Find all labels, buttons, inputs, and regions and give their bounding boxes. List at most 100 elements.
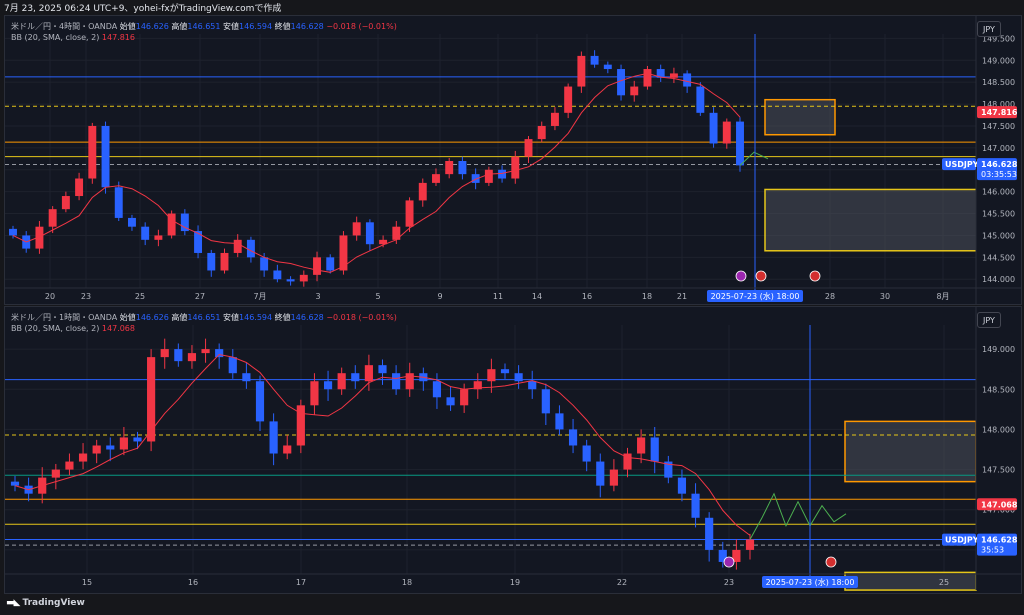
candle-body — [365, 222, 374, 245]
time-tick-label: 30 — [880, 292, 890, 301]
candle-body — [215, 349, 224, 358]
candle-body — [201, 349, 210, 354]
time-tick-label: 18 — [402, 578, 412, 587]
candle-body — [378, 365, 387, 374]
chart-pane-1h[interactable]: 149.000148.500148.000147.500147.000146.5… — [4, 306, 1022, 594]
candle-body — [9, 228, 17, 236]
low-label: 安値 — [223, 22, 240, 31]
candle-body — [310, 381, 319, 406]
candle-body — [260, 257, 269, 271]
candle-body — [283, 445, 292, 454]
candle-body — [269, 421, 278, 454]
close-label: 終値 — [274, 22, 291, 31]
candle-body — [722, 121, 731, 144]
high-value: 146.651 — [187, 22, 221, 31]
time-tick-label: 9 — [437, 292, 442, 301]
last-price-tag: 146.628 — [981, 536, 1018, 545]
price-tick-label: 145.000 — [982, 231, 1015, 240]
symbol-label[interactable]: 米ドル／円・4時間・OANDA — [11, 22, 117, 31]
candle-body — [207, 252, 216, 271]
candle-body — [514, 373, 523, 382]
indicator-legend-1h[interactable]: BB (20, SMA, close, 2) 147.068 — [11, 324, 135, 333]
indicator-legend-4h[interactable]: BB (20, SMA, close, 2) 147.816 — [11, 33, 135, 42]
tradingview-logo[interactable]: ▬◣ TradingView — [6, 598, 85, 608]
candle-body — [603, 64, 612, 70]
crosshair-date-label: 2025-07-23 (水) 18:00 — [711, 291, 800, 301]
currency-button[interactable]: JPY — [977, 312, 1001, 328]
candle-body — [286, 279, 295, 282]
open-label: 始値 — [119, 313, 136, 322]
time-tick-label: 21 — [677, 292, 687, 301]
candle-body — [500, 369, 510, 374]
time-tick-label: 18 — [642, 292, 652, 301]
time-tick-label: 23 — [81, 292, 91, 301]
time-tick-label: 14 — [532, 292, 542, 301]
price-tick-label: 145.500 — [982, 210, 1015, 219]
candle-body — [228, 357, 237, 374]
candle-body — [458, 161, 467, 175]
price-tick-label: 148.500 — [982, 385, 1015, 394]
candle-body — [650, 437, 659, 462]
candle-body — [160, 349, 169, 358]
candle-body — [405, 200, 414, 227]
symbol-tag: USDJPY — [945, 536, 979, 545]
candle-body — [10, 481, 20, 486]
high-value: 146.651 — [187, 313, 221, 322]
candle-body — [242, 373, 251, 382]
change-value: −0.018 (−0.01%) — [326, 313, 397, 322]
time-tick-label: 16 — [188, 578, 198, 587]
forecast-path — [749, 492, 847, 540]
candle-body — [351, 373, 360, 382]
candle-body — [550, 112, 559, 126]
candle-body — [564, 86, 573, 113]
chart-pane-4h[interactable]: 149.500 149.000 148.500 148.000 147.500 147.0… — [4, 15, 1022, 305]
candle-body — [484, 169, 493, 183]
candle-body — [133, 437, 142, 442]
countdown-tag: 03:35:53 — [981, 170, 1017, 179]
close-value: 146.628 — [290, 313, 324, 322]
open-value: 146.626 — [135, 22, 169, 31]
candle-body — [511, 156, 520, 179]
low-label: 安値 — [223, 313, 240, 322]
symbol-label[interactable]: 米ドル／円・1時間・OANDA — [11, 313, 117, 322]
time-tick-label: 25 — [135, 292, 145, 301]
candle-body — [637, 437, 646, 454]
price-zone-box — [764, 98, 836, 136]
time-tick-label: 7月 — [253, 292, 266, 301]
candle-body — [643, 69, 652, 87]
high-label: 高値 — [171, 313, 188, 322]
price-tick-label: 148.500 — [982, 78, 1015, 87]
chart-4h-canvas[interactable]: 149.500149.000148.500148.000147.500147.0… — [5, 16, 1021, 304]
candle-body — [524, 139, 533, 157]
legend-4h: 米ドル／円・4時間・OANDA 始値146.626 高値146.651 安値14… — [11, 21, 397, 32]
price-zone-box — [764, 188, 978, 252]
lightning-event-icon — [735, 270, 747, 282]
chart-1h-canvas[interactable]: 149.000148.500148.000147.500147.000146.5… — [5, 307, 1021, 593]
candle-body — [174, 349, 183, 362]
price-tick-label: 146.000 — [982, 188, 1015, 197]
candle-body — [326, 257, 335, 271]
price-zone-box — [844, 571, 977, 591]
candle-body — [364, 365, 373, 382]
low-value: 146.594 — [239, 313, 273, 322]
candle-body — [691, 493, 700, 518]
indicator-label: BB (20, SMA, close, 2) — [11, 33, 100, 42]
candle-body — [101, 125, 110, 188]
price-tick-label: 144.500 — [982, 253, 1015, 262]
time-tick-label: 16 — [582, 292, 592, 301]
currency-button[interactable]: JPY — [977, 21, 1001, 37]
forecast-path — [739, 151, 769, 166]
candle-body — [609, 469, 618, 486]
candle-body — [582, 445, 591, 462]
candle-body — [88, 125, 97, 179]
candle-body — [596, 461, 605, 486]
candle-body — [445, 161, 454, 175]
candle-body — [392, 373, 401, 390]
us-flag-event-icon — [755, 270, 767, 282]
candle-body — [51, 469, 60, 478]
candle-body — [273, 270, 282, 280]
candle-body — [432, 381, 442, 398]
candle-body — [337, 373, 346, 390]
candle-body — [709, 112, 718, 144]
price-tick-label: 148.000 — [982, 425, 1015, 434]
